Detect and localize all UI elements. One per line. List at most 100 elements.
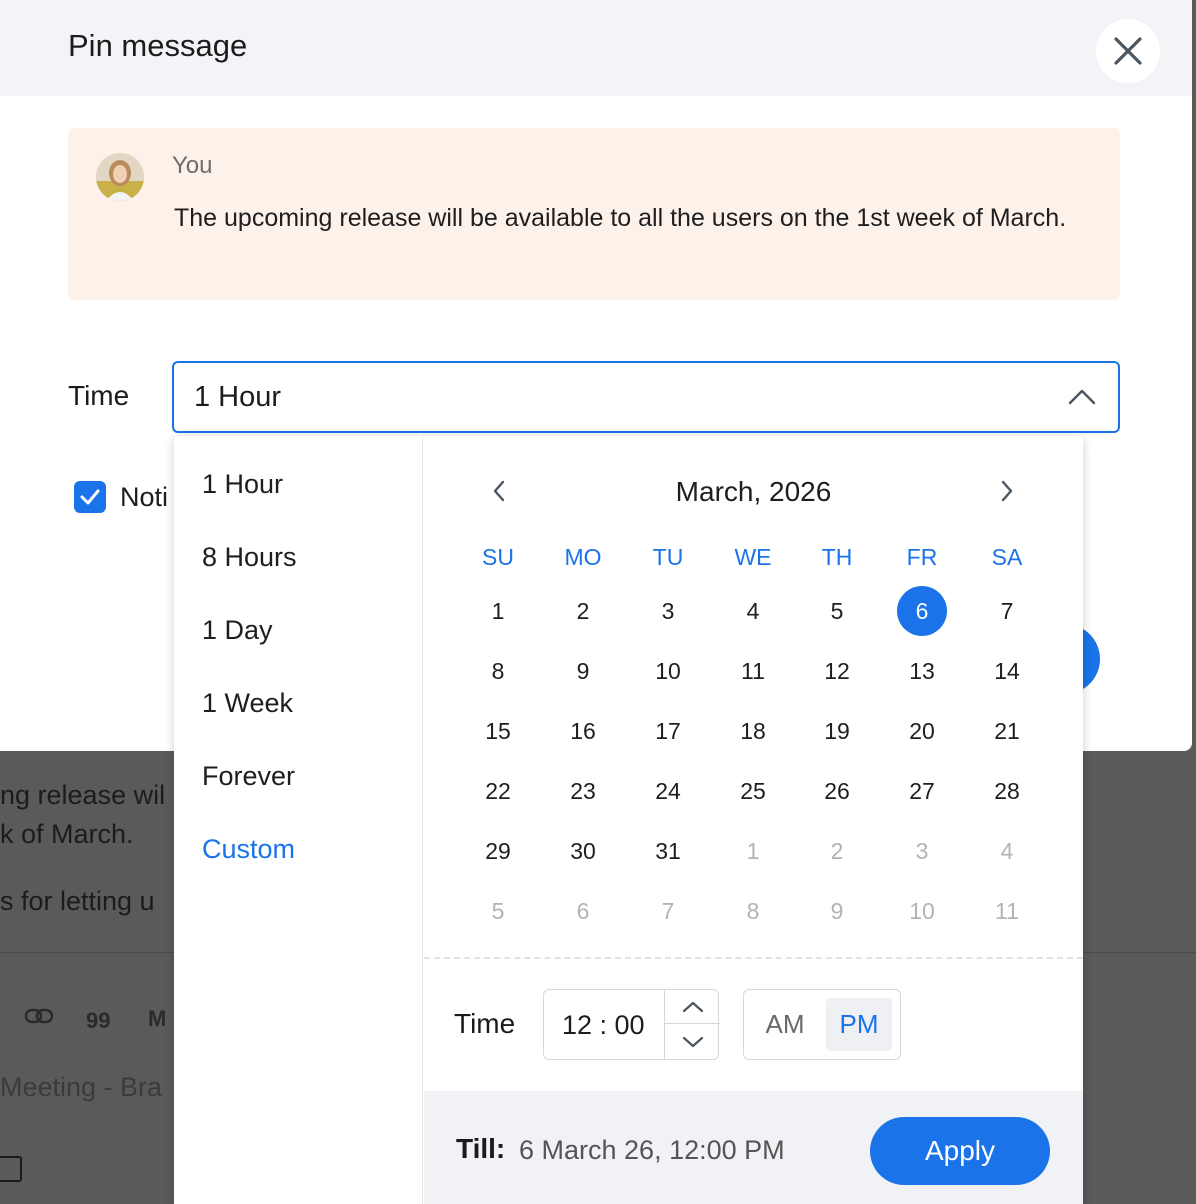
- calendar-day[interactable]: 11: [728, 646, 778, 696]
- weekday-sa: SA: [991, 544, 1023, 570]
- calendar-day[interactable]: 18: [728, 706, 778, 756]
- calendar-title: March, 2026: [675, 476, 832, 507]
- calendar-day[interactable]: 20: [897, 706, 947, 756]
- bg-message-line-2: k of March.: [0, 819, 134, 849]
- option-8-hours[interactable]: 8 Hours: [202, 542, 297, 573]
- calendar-day[interactable]: 16: [558, 706, 608, 756]
- time-stepper: [664, 990, 720, 1059]
- weekday-su: SU: [482, 544, 514, 570]
- weekday-fr: FR: [906, 544, 938, 570]
- option-1-day[interactable]: 1 Day: [202, 615, 273, 646]
- calendar-day[interactable]: 21: [982, 706, 1032, 756]
- calendar-day[interactable]: 10: [643, 646, 693, 696]
- calendar-divider: [424, 957, 1083, 959]
- calendar-day-other-month: 10: [909, 898, 935, 924]
- more-icon[interactable]: M: [148, 1006, 166, 1032]
- calendar-day-other-month: 11: [995, 898, 1019, 924]
- calendar-day[interactable]: 29: [473, 826, 523, 876]
- calendar-day[interactable]: 15: [473, 706, 523, 756]
- weekday-mo: MO: [564, 544, 602, 570]
- calendar-day[interactable]: 2: [558, 586, 608, 636]
- calendar-day[interactable]: 12: [812, 646, 862, 696]
- time-select[interactable]: 1 Hour: [172, 361, 1120, 433]
- quote-text: The upcoming release will be available t…: [174, 204, 1067, 232]
- calendar-day[interactable]: 4: [728, 586, 778, 636]
- calendar-day-other-month: 3: [915, 838, 929, 864]
- quote-icon[interactable]: 99: [86, 1008, 110, 1034]
- chevron-right-icon: [1001, 480, 1013, 502]
- calendar-day-other-month: 6: [576, 898, 590, 924]
- meridiem-toggle: AM PM: [743, 989, 901, 1060]
- link-icon[interactable]: [24, 1006, 54, 1032]
- option-forever[interactable]: Forever: [202, 761, 295, 792]
- calendar-day[interactable]: 13: [897, 646, 947, 696]
- close-button[interactable]: [1096, 19, 1160, 83]
- chevron-down-icon: [682, 1036, 703, 1048]
- dialog-title: Pin message: [68, 28, 248, 63]
- time-decrement-button[interactable]: [665, 1025, 720, 1059]
- duration-options: 1 Hour 8 Hours 1 Day 1 Week Forever Cust…: [174, 436, 423, 1204]
- calendar-time-label: Time: [454, 1008, 516, 1039]
- dialog-header: Pin message: [0, 0, 1192, 96]
- calendar-day[interactable]: 30: [558, 826, 608, 876]
- chevron-up-icon: [682, 1001, 703, 1012]
- weekday-th: TH: [821, 544, 853, 570]
- time-increment-button[interactable]: [665, 990, 720, 1024]
- calendar-day[interactable]: 27: [897, 766, 947, 816]
- calendar-day-other-month: 7: [661, 898, 675, 924]
- option-1-hour[interactable]: 1 Hour: [202, 469, 283, 500]
- calendar-day-other-month: 4: [1000, 838, 1014, 864]
- calendar-day[interactable]: 9: [558, 646, 608, 696]
- calendar: March, 2026 SU MO TU WE TH FR SA 1 2 3 4 5 6 7 8 9 10 11…: [424, 436, 1083, 1204]
- weekday-tu: TU: [652, 544, 684, 570]
- apply-button[interactable]: Apply: [870, 1117, 1050, 1185]
- calendar-day[interactable]: 17: [643, 706, 693, 756]
- bg-composer-placeholder: Meeting - Bra: [0, 1072, 163, 1102]
- quoted-message: You The upcoming release will be availab…: [68, 128, 1120, 300]
- time-label: Time: [68, 380, 130, 411]
- weekday-we: WE: [734, 544, 772, 570]
- calendar-day-other-month: 2: [830, 838, 844, 864]
- time-dropdown: 1 Hour 8 Hours 1 Day 1 Week Forever Cust…: [174, 436, 1083, 1204]
- pm-button[interactable]: PM: [826, 998, 892, 1051]
- notify-checkbox[interactable]: [74, 481, 106, 513]
- option-1-week[interactable]: 1 Week: [202, 688, 293, 719]
- am-button[interactable]: AM: [752, 998, 818, 1051]
- option-custom[interactable]: Custom: [202, 834, 295, 865]
- calendar-day[interactable]: 19: [812, 706, 862, 756]
- calendar-day[interactable]: 6: [897, 586, 947, 636]
- calendar-day[interactable]: 8: [473, 646, 523, 696]
- calendar-day[interactable]: 24: [643, 766, 693, 816]
- next-month-button[interactable]: [992, 476, 1022, 506]
- bg-message-line-3: s for letting u: [0, 886, 155, 916]
- bg-message-line-1: ng release wil: [0, 780, 166, 810]
- calendar-day[interactable]: 23: [558, 766, 608, 816]
- time-select-value: 1 Hour: [194, 381, 282, 413]
- close-icon: [1114, 37, 1142, 65]
- calendar-day[interactable]: 25: [728, 766, 778, 816]
- quote-author: You: [172, 152, 213, 179]
- calendar-day[interactable]: 14: [982, 646, 1032, 696]
- calendar-day-other-month: 9: [830, 898, 844, 924]
- calendar-day[interactable]: 28: [982, 766, 1032, 816]
- calendar-day[interactable]: 1: [473, 586, 523, 636]
- calendar-day-other-month: 8: [746, 898, 760, 924]
- time-input-value: 12 : 00: [562, 1010, 645, 1040]
- notify-label: Noti: [120, 482, 169, 512]
- time-input[interactable]: 12 : 00: [543, 989, 720, 1060]
- calendar-day[interactable]: 5: [812, 586, 862, 636]
- calendar-day[interactable]: 22: [473, 766, 523, 816]
- chevron-up-icon: [1068, 389, 1096, 405]
- avatar: [96, 153, 144, 201]
- calendar-day[interactable]: 31: [643, 826, 693, 876]
- till-value: 6 March 26, 12:00 PM: [519, 1135, 785, 1165]
- calendar-day[interactable]: 26: [812, 766, 862, 816]
- calendar-day[interactable]: 7: [982, 586, 1032, 636]
- calendar-day-other-month: 5: [491, 898, 505, 924]
- bg-edit-icon: [0, 1156, 22, 1182]
- calendar-footer: Till: 6 March 26, 12:00 PM Apply: [424, 1091, 1083, 1204]
- check-icon: [80, 489, 100, 505]
- calendar-day[interactable]: 3: [643, 586, 693, 636]
- calendar-day-other-month: 1: [746, 838, 760, 864]
- till-label: Till:: [456, 1133, 506, 1164]
